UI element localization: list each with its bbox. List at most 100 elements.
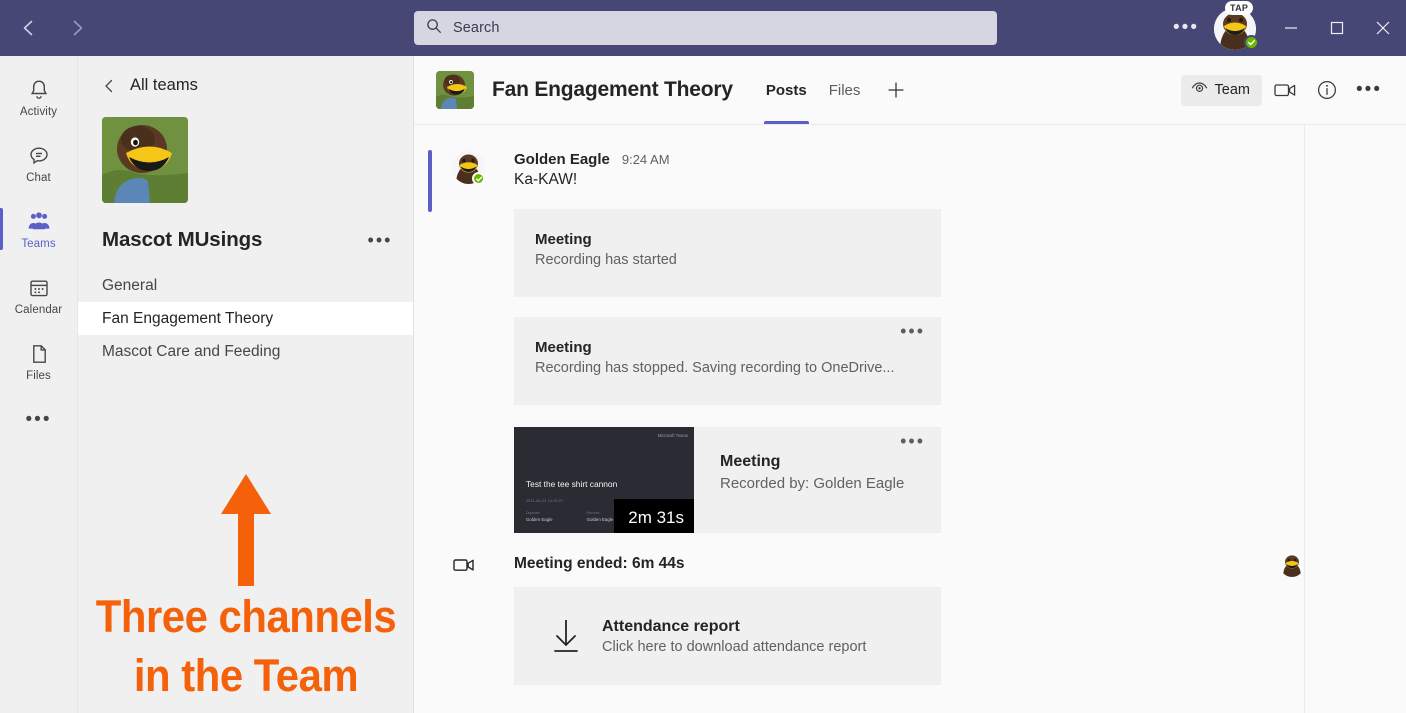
rail-item-files[interactable]: Files <box>0 328 78 394</box>
system-card-title: Meeting <box>535 231 921 248</box>
search-icon <box>426 18 442 39</box>
annotation-overlay: Three channels in the Team <box>78 474 414 704</box>
channel-header: Fan Engagement Theory Posts Files Team <box>414 56 1406 125</box>
app-rail: Activity Chat Teams <box>0 56 78 713</box>
rail-more-button[interactable]: ••• <box>0 394 78 446</box>
message-item: Golden Eagle 9:24 AM Ka-KAW! Meeting Rec… <box>514 141 1304 533</box>
all-teams-label: All teams <box>130 76 198 95</box>
bell-icon <box>27 77 51 103</box>
team-sidebar: All teams Mascot MUsings ••• <box>78 56 414 713</box>
team-header: Mascot MUsings ••• <box>78 225 413 255</box>
main-panel: Fan Engagement Theory Posts Files Team <box>414 56 1406 713</box>
file-icon <box>27 341 51 367</box>
thumbnail-meta: 2021-08-23 14:19:27 <box>526 499 563 503</box>
rail-label-activity: Activity <box>20 106 57 118</box>
chevron-left-icon <box>102 78 116 94</box>
channel-item-mascot-care-and-feeding[interactable]: Mascot Care and Feeding <box>78 335 413 368</box>
all-teams-back[interactable]: All teams <box>78 56 413 95</box>
add-tab-button[interactable] <box>879 56 913 124</box>
rail-label-teams: Teams <box>21 238 55 250</box>
back-button[interactable] <box>12 11 46 45</box>
attendance-report-title: Attendance report <box>602 618 866 636</box>
recording-card-subtitle: Recorded by: Golden Eagle <box>720 475 941 492</box>
thumbnail-corner-label: Microsoft Teams <box>658 433 688 438</box>
unread-indicator <box>428 150 432 212</box>
info-circle-icon[interactable] <box>1308 71 1346 109</box>
teams-icon <box>26 209 52 235</box>
thread-right-gutter <box>1304 125 1406 713</box>
meeting-participant-avatar <box>1280 553 1304 577</box>
meeting-ended-text: Meeting ended: 6m 44s <box>514 555 685 573</box>
recording-card-title: Meeting <box>720 453 941 471</box>
search-input[interactable]: Search <box>414 11 997 45</box>
page-title: Fan Engagement Theory <box>492 78 733 102</box>
search-container: Search <box>414 11 997 45</box>
presence-indicator-available <box>1244 35 1259 50</box>
annotation-line-2: in the Team <box>90 649 402 704</box>
thumbnail-column-key: Organizer <box>526 511 553 515</box>
maximize-button[interactable] <box>1314 0 1360 56</box>
tab-posts[interactable]: Posts <box>755 56 818 124</box>
search-placeholder: Search <box>453 20 500 36</box>
titlebar-more-button[interactable]: ••• <box>1166 8 1206 48</box>
thumbnail-column-value: Golden Eagle <box>587 517 614 522</box>
rail-label-chat: Chat <box>26 172 51 184</box>
chat-icon <box>27 143 51 169</box>
rail-item-activity[interactable]: Activity <box>0 64 78 130</box>
up-arrow-annotation-icon <box>213 474 279 586</box>
meeting-ended-row: Meeting ended: 6m 44s <box>514 555 1304 573</box>
channel-list: General Fan Engagement Theory Mascot Car… <box>78 269 413 368</box>
team-visibility-button[interactable]: Team <box>1181 75 1262 106</box>
rail-item-teams[interactable]: Teams <box>0 196 78 262</box>
close-button[interactable] <box>1360 0 1406 56</box>
recording-thumbnail[interactable]: Microsoft Teams Test the tee shirt canno… <box>514 427 694 533</box>
video-camera-icon <box>452 555 476 580</box>
thumbnail-column-key: Recorder <box>587 511 614 515</box>
avatar[interactable]: TAP <box>1212 5 1258 51</box>
team-more-button[interactable]: ••• <box>365 225 395 255</box>
channel-item-general[interactable]: General <box>78 269 413 302</box>
calendar-icon <box>27 275 51 301</box>
avatar-tap-badge: TAP <box>1225 1 1253 15</box>
video-camera-icon[interactable] <box>1266 71 1304 109</box>
eye-icon <box>1191 81 1208 100</box>
minimize-button[interactable] <box>1268 0 1314 56</box>
thumbnail-column-value: Golden Eagle <box>526 517 553 522</box>
system-card-subtitle: Recording has started <box>535 252 921 268</box>
thumbnail-headline: Test the tee shirt cannon <box>526 479 617 489</box>
attendance-report-subtitle: Click here to download attendance report <box>602 639 866 655</box>
message-timestamp: 9:24 AM <box>622 152 670 167</box>
thread-area: Golden Eagle 9:24 AM Ka-KAW! Meeting Rec… <box>414 125 1406 713</box>
title-bar: Search ••• TAP <box>0 0 1406 56</box>
message-thread[interactable]: Golden Eagle 9:24 AM Ka-KAW! Meeting Rec… <box>414 125 1304 713</box>
team-name: Mascot MUsings <box>102 228 262 252</box>
rail-label-files: Files <box>26 370 51 382</box>
teams-window: Search ••• TAP <box>0 0 1406 713</box>
navigation-arrows <box>12 11 94 45</box>
rail-item-calendar[interactable]: Calendar <box>0 262 78 328</box>
forward-button[interactable] <box>60 11 94 45</box>
channel-team-avatar <box>436 71 474 109</box>
download-icon <box>538 614 594 658</box>
system-card-subtitle: Recording has stopped. Saving recording … <box>535 360 921 376</box>
team-photo[interactable] <box>102 117 188 203</box>
recording-card[interactable]: Microsoft Teams Test the tee shirt canno… <box>514 427 941 533</box>
attendance-report-body: Attendance report Click here to download… <box>602 618 866 655</box>
message-header: Golden Eagle 9:24 AM <box>514 151 1304 168</box>
attendance-report-card[interactable]: Attendance report Click here to download… <box>514 587 941 685</box>
system-card-title: Meeting <box>535 339 921 356</box>
channel-tabs: Posts Files <box>755 56 914 124</box>
app-body: Activity Chat Teams <box>0 56 1406 713</box>
team-visibility-label: Team <box>1215 82 1250 98</box>
channel-more-button[interactable]: ••• <box>1350 71 1388 109</box>
message-body: Ka-KAW! <box>514 171 1304 189</box>
message-author: Golden Eagle <box>514 151 610 168</box>
channel-item-fan-engagement-theory[interactable]: Fan Engagement Theory <box>78 302 413 335</box>
channel-header-actions: Team ••• <box>1181 71 1388 109</box>
system-card-recording-stopped[interactable]: Meeting Recording has stopped. Saving re… <box>514 317 941 405</box>
annotation-line-1: Three channels <box>90 590 402 645</box>
tab-files[interactable]: Files <box>818 56 872 124</box>
titlebar-right-controls: ••• TAP <box>1166 0 1406 56</box>
system-card-recording-started[interactable]: Meeting Recording has started <box>514 209 941 297</box>
rail-item-chat[interactable]: Chat <box>0 130 78 196</box>
